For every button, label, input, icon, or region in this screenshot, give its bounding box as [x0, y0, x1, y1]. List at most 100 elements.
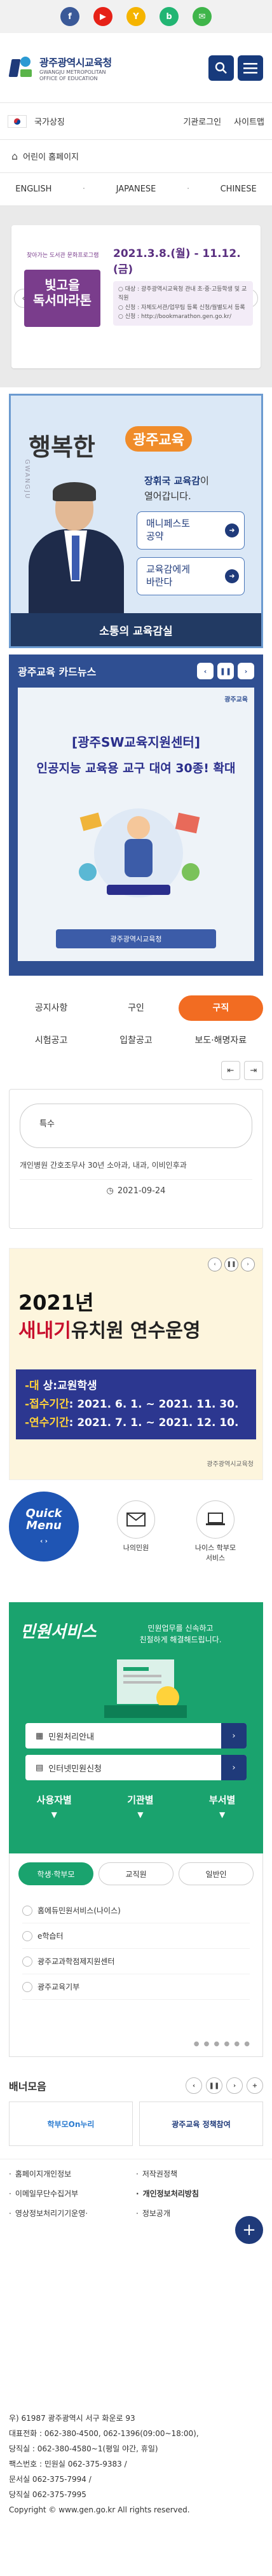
tab-notice[interactable]: 공지사항 [9, 995, 93, 1021]
footer-link[interactable]: 이메일무단수집거부 [9, 2188, 136, 2199]
superintendent-section: 행복한 광주교육 GWANGJU 장휘국 교육감이 열어갑니다. 매니페스토 공… [0, 394, 272, 654]
menu-button[interactable] [238, 55, 263, 81]
footer-link[interactable]: 저작권정책 [136, 2168, 263, 2179]
quick-neis-parent[interactable]: 나이스 학부모 서비스 [187, 1500, 244, 1563]
home-icon: ⌂ [11, 150, 18, 162]
lang-japanese[interactable]: JAPANESE [116, 184, 156, 194]
card-news-next-button[interactable]: › [238, 663, 254, 679]
kids-homepage-link[interactable]: ⌂ 어린이 홈페이지 [0, 140, 272, 173]
national-symbols-link[interactable]: 국가상징 [34, 115, 65, 127]
banner2-next-button[interactable]: › [241, 1257, 255, 1271]
gallery-next-button[interactable]: › [226, 2077, 243, 2094]
youtube-icon[interactable]: ▶ [93, 7, 112, 26]
banner2-l3-label: -연수기간 [25, 1416, 69, 1429]
chevron-down-icon: ▼ [51, 1810, 57, 1819]
civil-list-item[interactable]: e학습터 [22, 1923, 250, 1949]
tab-job-seek[interactable]: 구직 [178, 995, 263, 1021]
arrow-right-icon: ➜ [225, 523, 239, 537]
search-button[interactable] [208, 55, 234, 81]
footer-tel: 대표전화 : 062-380-4500, 062-1396(09:00~18:0… [9, 2429, 199, 2438]
pill-teacher[interactable]: 교직원 [99, 1862, 173, 1885]
notice-item[interactable]: 특수 개인병원 간호조무사 30년 소아과, 내과, 이비인후과 ◷ 2021-… [9, 1089, 263, 1229]
notice-date: ◷ 2021-09-24 [20, 1179, 252, 1202]
banner-title: 빛고을 독서마라톤 [33, 277, 92, 308]
pagination-dots[interactable]: ● ● ● ● ● ● [194, 2040, 251, 2047]
korea-flag-icon [8, 114, 27, 128]
gallery-prev-button[interactable]: ‹ [186, 2077, 202, 2094]
quick-my-civil[interactable]: 나의민원 [107, 1500, 165, 1553]
footer-link[interactable]: 영상정보처리기기운영· [9, 2208, 136, 2219]
superintendent-title: 행복한 [29, 433, 95, 461]
policy-participation-banner[interactable]: 광주교육 정책참여 [139, 2102, 263, 2146]
chevron-down-icon: ▼ [219, 1810, 226, 1819]
floating-plus-button[interactable]: + [235, 2216, 263, 2244]
kindergarten-training-banner[interactable]: ‹ ❚❚ › 2021년 새내기유치원 연수운영 -대 상:교원학생 -접수기간… [9, 1248, 263, 1480]
banner2-l2-value: : 2021. 6. 1. ~ 2021. 11. 30. [69, 1397, 239, 1411]
quick-title-2: Menu [26, 1518, 62, 1532]
banner2-title-highlight: 새내기 [18, 1320, 71, 1342]
tab-job-offer[interactable]: 구인 [93, 995, 178, 1021]
tab-exam-notice[interactable]: 시험공고 [9, 1034, 93, 1046]
online-civil-label: 인터넷민원신청 [48, 1764, 102, 1774]
site-footer: 우) 61987 광주광역시 서구 화운로 93 대표전화 : 062-380-… [0, 2404, 272, 2576]
reading-marathon-banner[interactable]: ‹ › 찾아가는 도서관 문화프로그램 빛고을 독서마라톤 2021.3.8.(… [11, 225, 261, 368]
search-icon [215, 62, 227, 74]
hamburger-icon [243, 62, 257, 74]
facebook-icon[interactable]: f [60, 7, 79, 26]
banner2-pause-button[interactable]: ❚❚ [224, 1257, 238, 1271]
civil-service-illustration [104, 1659, 187, 1718]
building-icon: ▦ [36, 1731, 44, 1741]
footer-link[interactable]: 홈페이지개인정보 [9, 2168, 136, 2179]
footer-fax-3: 당직실 062-375-7995 [9, 2490, 86, 2499]
tab-press[interactable]: 보도·해명자료 [179, 1034, 263, 1046]
online-civil-button[interactable]: ▤ 인터넷민원신청 › [25, 1755, 247, 1780]
lang-english[interactable]: ENGLISH [15, 184, 51, 194]
quick-menu-badge: Quick Menu ‹ › [9, 1492, 79, 1562]
site-logo[interactable]: 광주광역시교육청 GWANGJU METROPOLITAN OFFICE OF … [8, 54, 112, 81]
wish-to-superintendent-button[interactable]: 교육감에게 바란다 ➜ [137, 557, 245, 595]
envelope-icon [117, 1500, 155, 1539]
card-news-pause-button[interactable]: ❚❚ [217, 663, 234, 679]
lang-chinese[interactable]: CHINESE [221, 184, 257, 194]
civil-guide-button[interactable]: ▦ 민원처리안내 › [25, 1723, 247, 1748]
wish-label: 교육감에게 바란다 [146, 564, 191, 588]
notice-prev-button[interactable]: ⇤ [221, 1061, 240, 1080]
card-news-section: 광주교육 카드뉴스 ‹ ❚❚ › 광주교육 [광주SW교육지원센터] 인공지능 … [9, 654, 263, 976]
footer-address: 우) 61987 광주광역시 서구 화운로 93 [9, 2414, 135, 2423]
pill-general[interactable]: 일반인 [179, 1862, 254, 1885]
laptop-icon [196, 1500, 235, 1539]
quick-menu-controls[interactable]: ‹ › [9, 1538, 79, 1546]
civil-guide-label: 민원처리안내 [48, 1732, 95, 1742]
mail-icon[interactable]: ✉ [193, 7, 212, 26]
sitemap-link[interactable]: 사이트맵 [234, 115, 264, 127]
banner-small-text: 찾아가는 도서관 문화프로그램 [27, 253, 99, 259]
gallery-pause-button[interactable]: ❚❚ [206, 2077, 222, 2094]
civil-list-item[interactable]: 광주교육기부 [22, 1974, 250, 2000]
civil-service-panel: 학생·학부모 교직원 일반인 홈에듀민원서비스(나이스) e학습터 광주교과학점… [9, 1853, 263, 2057]
card-news-prev-button[interactable]: ‹ [197, 663, 214, 679]
banner2-prev-button[interactable]: ‹ [208, 1257, 222, 1271]
banner2-info-box: -대 상:교원학생 -접수기간: 2021. 6. 1. ~ 2021. 11.… [16, 1369, 256, 1439]
tab-by-user[interactable]: 사용자별 ▼ [37, 1793, 72, 1819]
civil-list-item[interactable]: 광주교과학점제지원센터 [22, 1949, 250, 1974]
blog-icon[interactable]: b [160, 7, 179, 26]
tab-bid-notice[interactable]: 입찰공고 [93, 1034, 178, 1046]
tab-by-agency[interactable]: 기관별 ▼ [127, 1793, 153, 1819]
card-news-subheadline: 인공지능 교육용 교구 대여 30종! 확대 [36, 761, 236, 775]
kakao-icon[interactable]: Y [126, 7, 146, 26]
tab-by-department[interactable]: 부서별 ▼ [209, 1793, 235, 1819]
gallery-more-button[interactable]: + [247, 2077, 263, 2094]
parent-onnuri-banner[interactable]: 학부모On누리 [9, 2102, 133, 2146]
superintendent-office-link[interactable]: 소통의 교육감실 [11, 613, 261, 646]
notice-next-button[interactable]: ⇥ [244, 1061, 263, 1080]
tab-by-agency-label: 기관별 [127, 1794, 154, 1806]
language-links: ENGLISH · JAPANESE · CHINESE [0, 173, 272, 206]
civil-list-item[interactable]: 홈에듀민원서비스(나이스) [22, 1898, 250, 1923]
agency-login-link[interactable]: 기관로그인 [183, 115, 221, 127]
chevron-down-icon: ▼ [137, 1810, 144, 1819]
card-news-slide[interactable]: 광주교육 [광주SW교육지원센터] 인공지능 교육용 교구 대여 30종! 확대… [18, 688, 254, 961]
manifesto-button[interactable]: 매니페스토 공약 ➜ [137, 511, 245, 550]
document-icon: ▤ [36, 1762, 44, 1773]
pill-student-parent[interactable]: 학생·학부모 [18, 1862, 93, 1885]
footer-link[interactable]: 개인정보처리방침 [136, 2188, 263, 2199]
